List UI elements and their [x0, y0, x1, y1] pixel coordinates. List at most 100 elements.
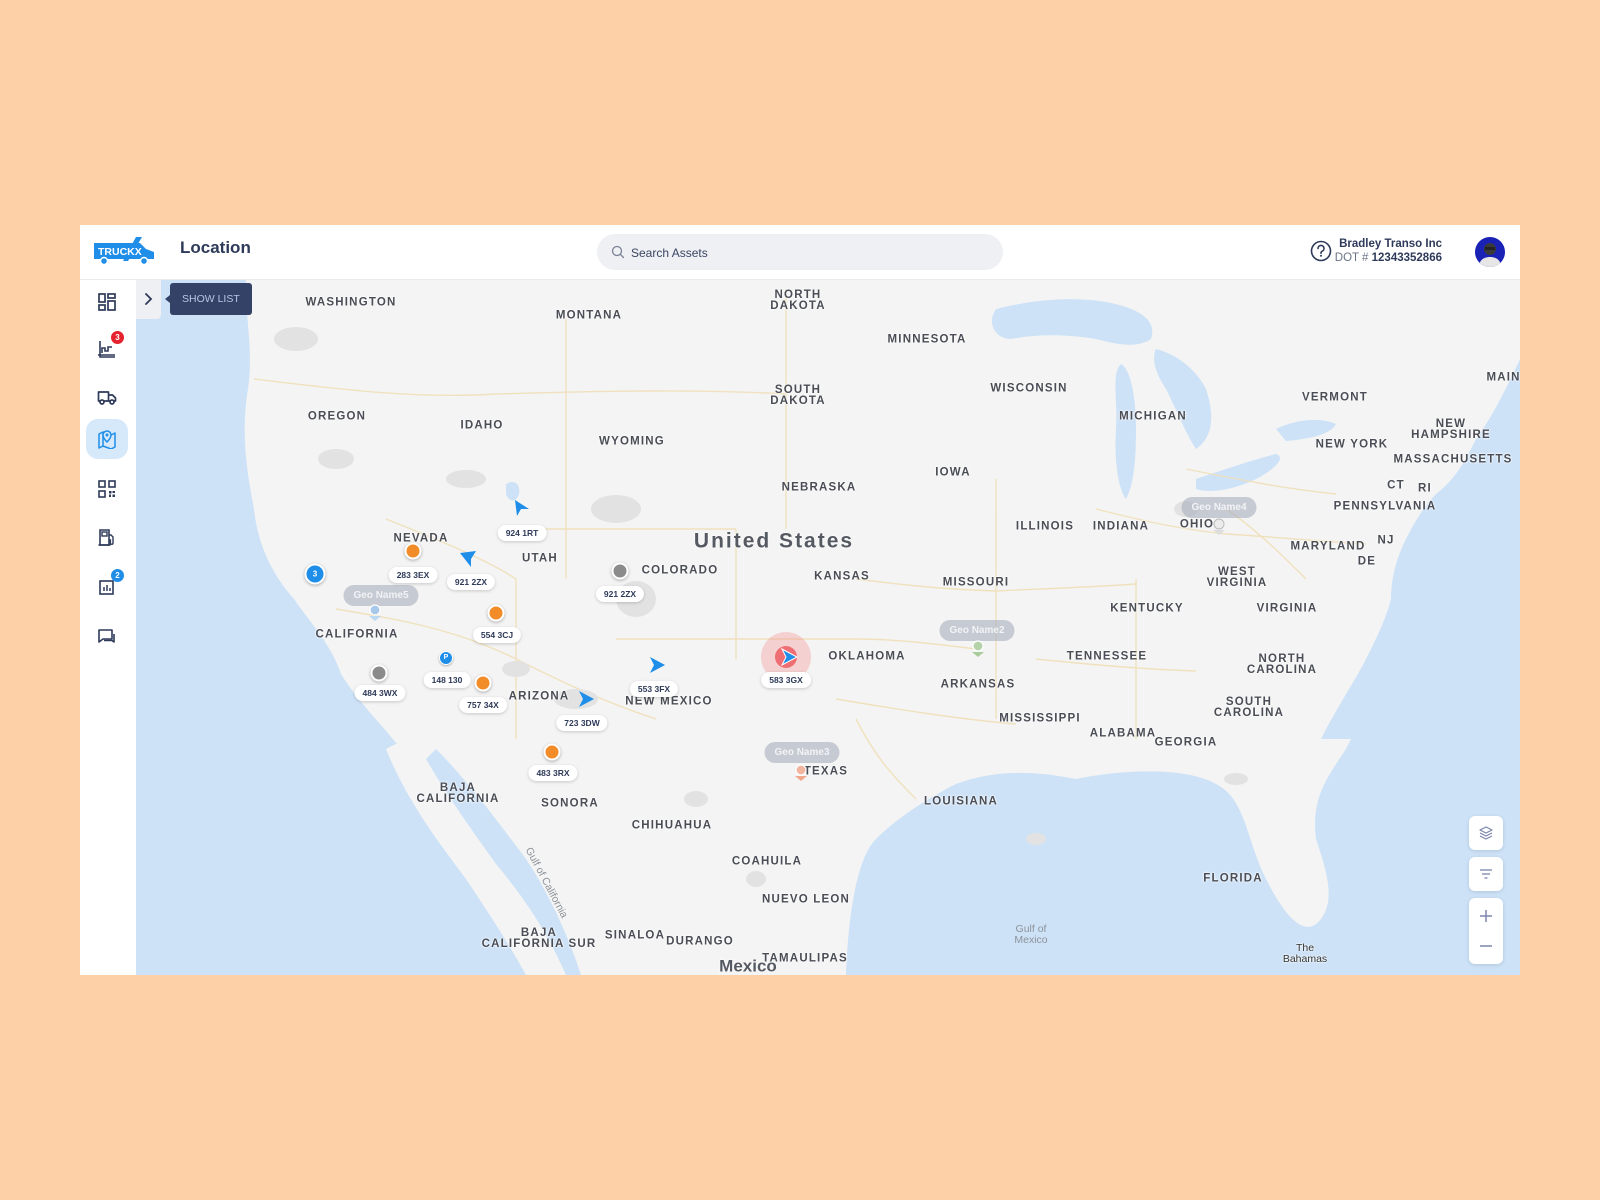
- vehicle-tag[interactable]: 921 2ZX: [595, 586, 645, 602]
- vehicle-tag[interactable]: 484 3WX: [354, 685, 406, 701]
- label-indiana: INDIANA: [1092, 520, 1150, 533]
- vehicle-cluster[interactable]: 3: [304, 563, 326, 585]
- vehicle-stopped-marker[interactable]: [370, 664, 388, 682]
- label-oregon: OREGON: [307, 410, 367, 423]
- label-chihuahua: CHIHUAHUA: [631, 819, 713, 832]
- label-massachusetts: MASSACHUSETTS: [1393, 453, 1513, 466]
- dot-prefix: DOT #: [1334, 252, 1369, 264]
- vehicle-tag[interactable]: 553 3FX: [629, 681, 679, 697]
- geofence-pin-icon: [972, 640, 984, 657]
- label-baja-california: BAJA CALIFORNIA: [416, 782, 500, 805]
- fuel-pump-icon: [98, 529, 114, 546]
- vehicle-stopped-marker[interactable]: [611, 562, 629, 580]
- sidebar-item-analytics[interactable]: 3: [86, 329, 128, 369]
- label-new-mexico: NEW MEXICO: [625, 695, 713, 708]
- label-virginia: VIRGINIA: [1256, 602, 1318, 615]
- label-oklahoma: OKLAHOMA: [828, 650, 906, 663]
- zoom-out-button[interactable]: [1478, 931, 1494, 961]
- vehicle-tag[interactable]: 924 1RT: [497, 525, 547, 541]
- vehicle-tag[interactable]: 921 2ZX: [446, 574, 496, 590]
- vehicle-idle-marker[interactable]: [474, 674, 492, 692]
- zoom-in-button[interactable]: [1478, 901, 1494, 931]
- show-list-tooltip: SHOW LIST: [165, 283, 252, 315]
- geofence-pin-icon: [369, 604, 381, 621]
- analytics-badge: 3: [111, 331, 124, 344]
- geofence-pin-icon: [795, 764, 807, 781]
- qr-code-icon: [98, 480, 116, 498]
- label-montana: MONTANA: [555, 309, 623, 322]
- label-wyoming: WYOMING: [599, 435, 665, 448]
- geofence-pin-icon: [1213, 518, 1225, 535]
- account-info[interactable]: Bradley Transo Inc DOT # 12343352866: [1335, 237, 1442, 265]
- vehicle-tag[interactable]: 283 3EX: [388, 567, 438, 583]
- label-texas: TEXAS: [803, 765, 849, 778]
- sidebar-item-qr-codes[interactable]: [86, 469, 128, 509]
- vehicle-arrow-icon[interactable]: [780, 648, 798, 666]
- label-arizona: ARIZONA: [508, 690, 570, 703]
- vehicle-idle-marker[interactable]: [543, 743, 561, 761]
- vehicle-parked-marker[interactable]: P: [439, 651, 453, 665]
- label-gulf-of-mexico: Gulf of Mexico: [1014, 923, 1048, 946]
- label-minnesota: MINNESOTA: [887, 333, 967, 346]
- label-ohio: OHIO: [1179, 518, 1215, 531]
- label-georgia: GEORGIA: [1154, 736, 1218, 749]
- label-south-dakota: SOUTH DAKOTA: [770, 384, 826, 407]
- label-sonora: SONORA: [541, 797, 599, 810]
- vehicle-tag[interactable]: 148 130: [423, 672, 471, 688]
- vehicle-idle-marker[interactable]: [487, 604, 505, 622]
- vehicle-arrow-icon[interactable]: [459, 550, 477, 568]
- label-coahuila: COAHUILA: [731, 855, 803, 868]
- user-avatar[interactable]: [1475, 237, 1505, 267]
- sidebar-item-dashboard[interactable]: [86, 282, 128, 322]
- geofence-geo-name5[interactable]: Geo Name5: [343, 585, 419, 606]
- sidebar-item-messages[interactable]: [86, 617, 128, 657]
- label-wisconsin: WISCONSIN: [990, 382, 1068, 395]
- geofence-geo-name4[interactable]: Geo Name4: [1181, 497, 1257, 518]
- top-header: TRUCKX Location Bradley Transo Inc DOT #…: [80, 225, 1520, 280]
- vehicle-tag[interactable]: 757 34X: [459, 697, 507, 713]
- vehicle-arrow-icon[interactable]: [577, 690, 595, 708]
- sidebar-item-fuel[interactable]: [86, 517, 128, 557]
- vehicle-arrow-icon[interactable]: [512, 499, 530, 517]
- vehicle-arrow-icon[interactable]: [648, 656, 666, 674]
- sidebar-item-location[interactable]: [86, 419, 128, 459]
- vehicle-tag[interactable]: 723 3DW: [556, 715, 608, 731]
- label-ct: CT: [1387, 479, 1405, 492]
- geofence-geo-name3[interactable]: Geo Name3: [764, 742, 840, 763]
- brand-text: TRUCKX: [98, 246, 142, 258]
- label-colorado: COLORADO: [641, 564, 719, 577]
- filter-icon: [1480, 869, 1492, 879]
- truckx-logo[interactable]: TRUCKX: [92, 235, 158, 267]
- page-title: Location: [180, 238, 251, 257]
- label-nj: NJ: [1377, 534, 1395, 547]
- chevron-right-icon: [144, 293, 152, 305]
- chat-icon: [98, 629, 115, 643]
- label-kansas: KANSAS: [814, 570, 870, 583]
- vehicle-tag[interactable]: 583 3GX: [761, 672, 811, 688]
- map-view[interactable]: SHOW LIST WASHINGTON MONTANA NORTH DAKOT…: [136, 279, 1520, 975]
- geofence-geo-name2[interactable]: Geo Name2: [939, 620, 1015, 641]
- layers-button[interactable]: [1469, 816, 1503, 850]
- vehicle-tag[interactable]: 554 3CJ: [472, 627, 522, 643]
- label-michigan: MICHIGAN: [1119, 410, 1187, 423]
- minus-icon: [1480, 945, 1492, 947]
- show-list-toggle[interactable]: [136, 279, 161, 319]
- help-icon[interactable]: [1310, 240, 1332, 262]
- label-mississippi: MISSISSIPPI: [999, 712, 1081, 725]
- vehicle-tag[interactable]: 483 3RX: [528, 765, 578, 781]
- vehicle-idle-marker[interactable]: [404, 542, 422, 560]
- label-maine: MAINE: [1486, 371, 1520, 384]
- label-vermont: VERMONT: [1302, 391, 1368, 404]
- label-pennsylvania: PENNSYLVANIA: [1333, 500, 1437, 513]
- label-kentucky: KENTUCKY: [1110, 602, 1184, 615]
- search-bar[interactable]: [597, 234, 1003, 272]
- label-united-states: United States: [693, 529, 855, 553]
- search-assets-input[interactable]: [629, 234, 993, 272]
- sidebar-item-vehicles[interactable]: [86, 377, 128, 417]
- dashboard-icon: [98, 293, 116, 311]
- sidebar-item-reports[interactable]: 2: [86, 567, 128, 607]
- label-nuevo-leon: NUEVO LEON: [761, 893, 851, 906]
- label-tennessee: TENNESSEE: [1066, 650, 1148, 663]
- label-alabama: ALABAMA: [1089, 727, 1157, 740]
- filter-button[interactable]: [1469, 857, 1503, 891]
